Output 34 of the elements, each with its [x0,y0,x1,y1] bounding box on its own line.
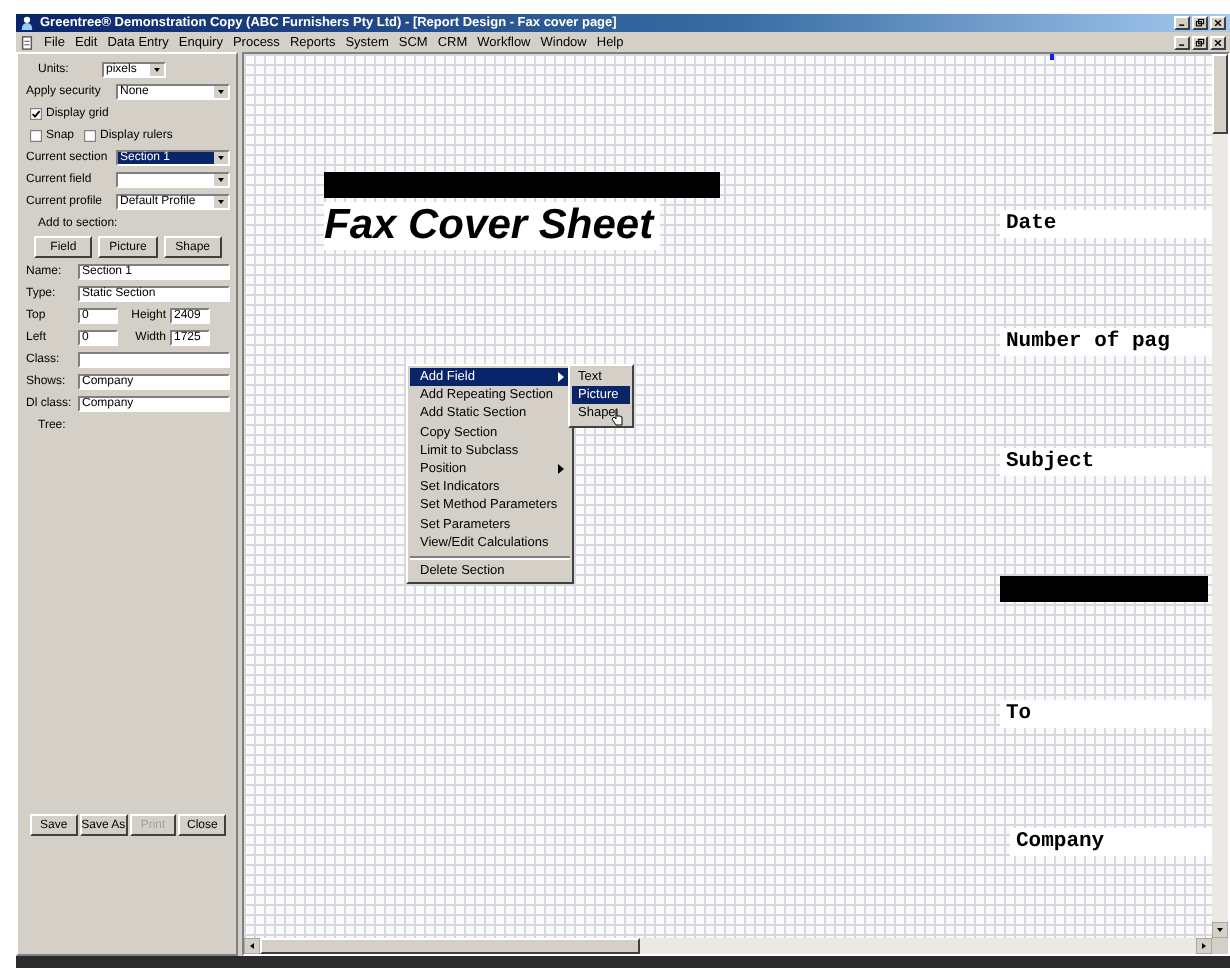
scroll-right-icon[interactable] [1196,938,1212,954]
close-icon[interactable] [1210,16,1226,30]
text-field[interactable] [78,351,230,367]
checkbox[interactable] [30,129,42,141]
scroll-left-icon[interactable] [244,938,260,954]
scroll-down-icon[interactable] [1212,922,1228,938]
report-field[interactable]: Company [1010,828,1212,856]
restore-icon[interactable] [1192,16,1208,30]
report-field[interactable]: Subject [1000,448,1212,476]
report-heading[interactable]: Fax Cover Sheet [324,202,660,250]
dropdown-arrow-icon[interactable] [214,151,228,163]
dropdown-arrow-icon[interactable] [214,173,228,185]
close-icon[interactable] [1210,35,1226,49]
restore-icon[interactable] [1192,35,1208,49]
dropdown-arrow-icon[interactable] [214,195,228,207]
report-field[interactable]: To [1000,700,1212,728]
minimize-icon[interactable] [1174,16,1190,30]
marker [1050,54,1054,60]
vertical-scrollbar[interactable] [1212,54,1228,938]
report-field[interactable]: Number of pag [1000,328,1212,356]
person-icon [20,16,34,30]
document-icon[interactable] [20,35,34,49]
scroll-thumb[interactable] [1212,54,1228,134]
dropdown[interactable] [116,171,230,187]
minimize-icon[interactable] [1174,35,1190,49]
checkbox[interactable] [30,107,42,119]
submenu-arrow-icon [558,372,564,383]
submenu-arrow-icon [558,464,564,475]
checkbox[interactable] [84,129,97,141]
dropdown-arrow-icon[interactable] [150,63,164,75]
report-field[interactable]: Date [1000,210,1212,238]
dropdown-arrow-icon[interactable] [214,85,228,97]
design-canvas[interactable] [244,54,1212,938]
horizontal-scrollbar[interactable] [244,938,1228,954]
